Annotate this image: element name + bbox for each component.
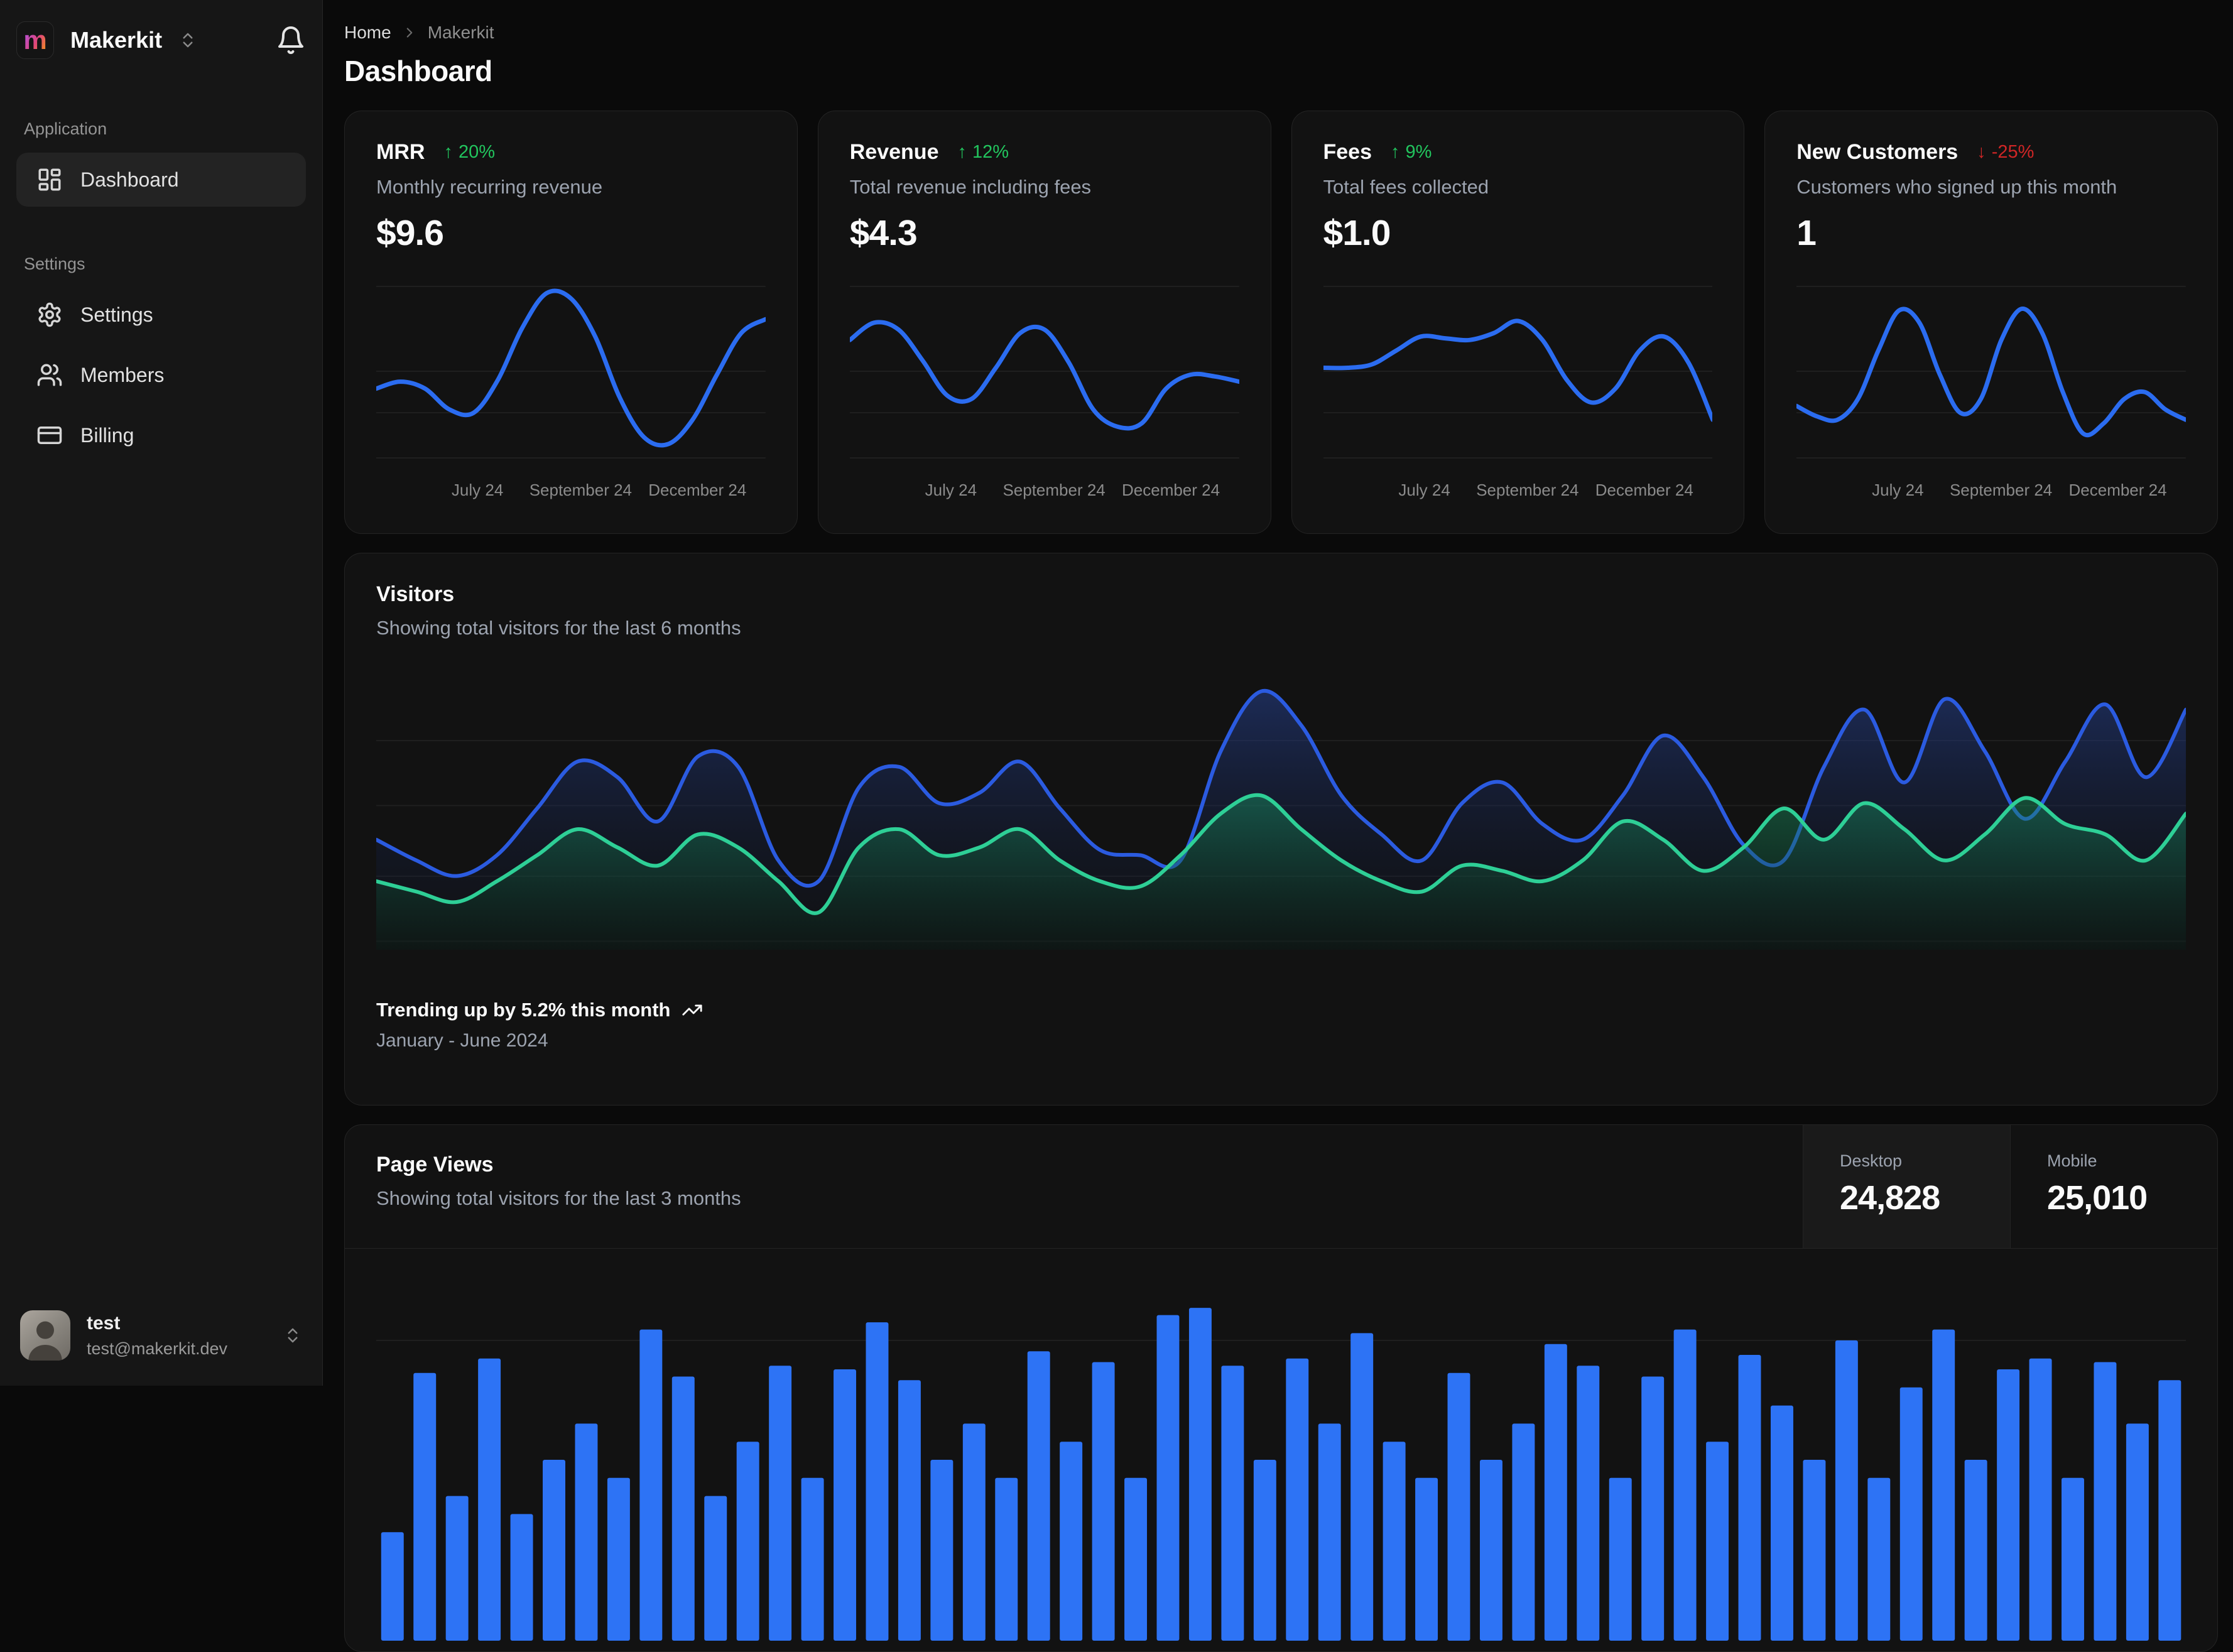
stat-title: New Customers [1796, 140, 1959, 164]
user-name: test [87, 1312, 121, 1334]
page-views-card: Page Views Showing total visitors for th… [344, 1124, 2218, 1652]
workspace-selector[interactable]: m Makerkit [16, 21, 197, 59]
user-email: test@makerkit.dev [87, 1339, 227, 1358]
dashboard-icon [36, 166, 63, 193]
trend-badge: ↑ 20% [443, 142, 495, 162]
sparkline-chart: July 24 September 24 December 24 [376, 277, 766, 507]
visitors-period: January - June 2024 [376, 1030, 548, 1051]
page-views-header: Page Views Showing total visitors for th… [345, 1125, 2217, 1249]
sidebar-item-dashboard[interactable]: Dashboard [16, 153, 306, 207]
mobile-value: 25,010 [2047, 1179, 2148, 1217]
mobile-label: Mobile [2047, 1151, 2097, 1170]
stat-value: $4.3 [849, 213, 918, 253]
chevron-right-icon [401, 24, 418, 41]
sidebar-item-settings[interactable]: Settings [16, 288, 306, 342]
desktop-label: Desktop [1840, 1151, 1903, 1170]
visitors-trend-text: Trending up by 5.2% this month [376, 999, 671, 1021]
x-axis-labels: July 24 September 24 December 24 [1872, 481, 2167, 499]
avatar [20, 1310, 70, 1361]
workspace-name: Makerkit [70, 27, 163, 53]
trend-badge: ↓ -25% [1977, 142, 2035, 162]
page-views-title: Page Views [376, 1153, 494, 1177]
visitors-card: Visitors Showing total visitors for the … [344, 553, 2218, 1106]
visitors-area-chart [376, 667, 2186, 950]
stat-description: Total revenue including fees [849, 176, 1092, 198]
visitors-title: Visitors [376, 582, 455, 606]
credit-card-icon [36, 422, 63, 448]
trending-up-icon [682, 999, 703, 1021]
stat-title: Revenue [849, 140, 939, 164]
sidebar: m Makerkit Application Dashboard Setting… [0, 0, 323, 1386]
sparkline-chart: July 24 September 24 December 24 [849, 277, 1239, 507]
users-icon [36, 362, 63, 388]
nav-section-application: Application [24, 119, 107, 138]
trend-badge: ↑ 12% [957, 142, 1009, 162]
arrow-up-icon: ↑ [443, 142, 453, 162]
stat-value: $9.6 [376, 213, 444, 253]
stat-value: $1.0 [1323, 213, 1391, 253]
nav-section-settings: Settings [24, 254, 85, 273]
sidebar-item-label: Dashboard [80, 168, 179, 191]
stat-card-fees: Fees ↑ 9% Total fees collected $1.0 July … [1291, 111, 1745, 534]
sidebar-item-label: Billing [80, 423, 134, 447]
breadcrumb-current: Makerkit [427, 23, 494, 42]
sidebar-nav: Application Dashboard Settings Settings [16, 119, 306, 462]
user-menu[interactable]: test test@makerkit.dev [16, 1310, 306, 1361]
stat-title: Fees [1323, 140, 1372, 164]
page-views-subtitle: Showing total visitors for the last 3 mo… [376, 1187, 741, 1209]
page-views-mobile-toggle[interactable]: Mobile 25,010 [2010, 1125, 2217, 1248]
sidebar-item-label: Members [80, 363, 165, 386]
desktop-value: 24,828 [1840, 1179, 1940, 1217]
stat-description: Total fees collected [1323, 176, 1489, 198]
sidebar-item-billing[interactable]: Billing [16, 408, 306, 462]
stat-cards-row: MRR ↑ 20% Monthly recurring revenue $9.6 … [344, 111, 2218, 534]
page-views-bar-chart [376, 1279, 2186, 1641]
main-content: Home Makerkit Dashboard MRR ↑ 20% Monthly… [323, 0, 2233, 1652]
page-views-desktop-toggle[interactable]: Desktop 24,828 [1803, 1125, 2010, 1248]
x-axis-labels: July 24 September 24 December 24 [925, 481, 1220, 499]
stat-description: Customers who signed up this month [1796, 176, 2117, 198]
arrow-up-icon: ↑ [957, 142, 967, 162]
chevrons-up-down-icon [178, 31, 197, 50]
dashboard-page: { "app": { "name": "Makerkit" }, "sideba… [0, 0, 2233, 1652]
arrow-down-icon: ↓ [1977, 142, 1986, 162]
stat-card-new-customers: New Customers ↓ -25% Customers who signed… [1764, 111, 2218, 534]
breadcrumb-home-link[interactable]: Home [344, 23, 391, 43]
sidebar-item-label: Settings [80, 303, 153, 326]
x-axis-labels: July 24 September 24 December 24 [1398, 481, 1693, 499]
stat-title: MRR [376, 140, 425, 164]
makerkit-logo: m [16, 21, 54, 59]
arrow-up-icon: ↑ [1391, 142, 1400, 162]
stat-card-revenue: Revenue ↑ 12% Total revenue including fee… [817, 111, 1271, 534]
sidebar-item-members[interactable]: Members [16, 348, 306, 402]
sparkline-chart: July 24 September 24 December 24 [1323, 277, 1713, 507]
visitors-subtitle: Showing total visitors for the last 6 mo… [376, 617, 741, 639]
breadcrumb: Home Makerkit [344, 23, 2218, 43]
notifications-bell-icon[interactable] [276, 25, 306, 55]
stat-value: 1 [1796, 213, 1817, 253]
sidebar-header: m Makerkit [16, 21, 306, 59]
stat-card-mrr: MRR ↑ 20% Monthly recurring revenue $9.6 … [344, 111, 798, 534]
stat-description: Monthly recurring revenue [376, 176, 603, 198]
sparkline-chart: July 24 September 24 December 24 [1796, 277, 2186, 507]
page-title: Dashboard [344, 55, 492, 87]
gear-icon [36, 302, 63, 328]
trend-badge: ↑ 9% [1391, 142, 1432, 162]
x-axis-labels: July 24 September 24 December 24 [451, 481, 747, 499]
chevrons-up-down-icon [283, 1326, 302, 1345]
